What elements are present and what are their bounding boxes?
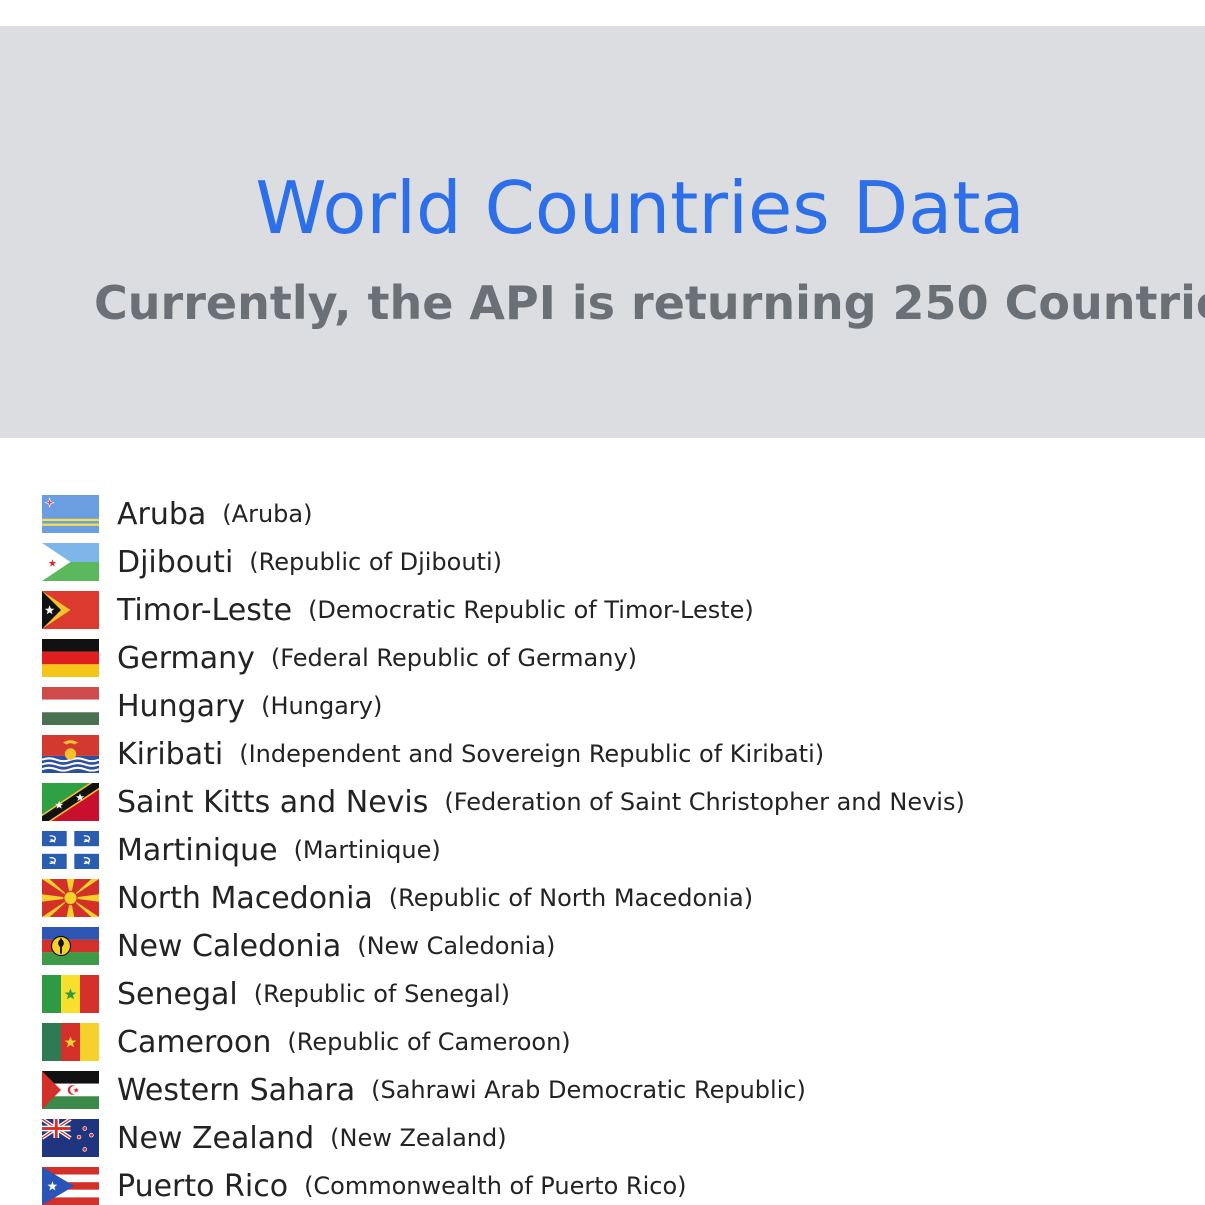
country-name: New Zealand bbox=[117, 1120, 315, 1156]
country-name: Kiribati bbox=[117, 736, 224, 772]
hungary-flag-icon bbox=[42, 687, 99, 725]
official-name: (Republic of Djibouti) bbox=[249, 548, 502, 576]
country-list: Aruba (Aruba) Djibouti (Republic of Djib… bbox=[40, 490, 965, 1205]
list-item: Saint Kitts and Nevis (Federation of Sai… bbox=[40, 778, 965, 826]
list-item: New Caledonia (New Caledonia) bbox=[40, 922, 965, 970]
country-name: Djibouti bbox=[117, 544, 234, 580]
western-sahara-flag-icon bbox=[42, 1071, 99, 1109]
list-item: Germany (Federal Republic of Germany) bbox=[40, 634, 965, 682]
list-item: North Macedonia (Republic of North Maced… bbox=[40, 874, 965, 922]
kiribati-flag-icon bbox=[41, 735, 100, 773]
official-name: (Commonwealth of Puerto Rico) bbox=[304, 1172, 687, 1200]
list-item: Senegal (Republic of Senegal) bbox=[40, 970, 965, 1018]
new-caledonia-flag-icon bbox=[42, 927, 99, 965]
official-name: (Martinique) bbox=[293, 836, 441, 864]
country-name: Germany bbox=[117, 640, 255, 676]
puerto-rico-flag-icon bbox=[42, 1167, 99, 1205]
germany-flag-icon bbox=[42, 639, 99, 677]
list-item: Timor-Leste (Democratic Republic of Timo… bbox=[40, 586, 965, 634]
country-name: Western Sahara bbox=[117, 1072, 356, 1108]
country-name: North Macedonia bbox=[117, 880, 373, 916]
saint-kitts-and-nevis-flag-icon bbox=[42, 783, 99, 821]
official-name: (Federation of Saint Christopher and Nev… bbox=[444, 788, 965, 816]
official-name: (Democratic Republic of Timor-Leste) bbox=[308, 596, 754, 624]
header-banner: World Countries Data Currently, the API … bbox=[0, 26, 1205, 438]
official-name: (Republic of Senegal) bbox=[253, 980, 511, 1008]
country-name: Cameroon bbox=[117, 1024, 272, 1060]
official-name: (Aruba) bbox=[222, 500, 313, 528]
country-name: Senegal bbox=[117, 976, 238, 1012]
official-name: (Republic of Cameroon) bbox=[287, 1028, 571, 1056]
country-name: Puerto Rico bbox=[117, 1168, 289, 1204]
senegal-flag-icon bbox=[42, 975, 99, 1013]
official-name: (Federal Republic of Germany) bbox=[270, 644, 638, 672]
country-name: New Caledonia bbox=[117, 928, 342, 964]
country-name: Saint Kitts and Nevis bbox=[117, 784, 429, 820]
country-name: Timor-Leste bbox=[117, 592, 293, 628]
north-macedonia-flag-icon bbox=[42, 879, 99, 917]
list-item: Cameroon (Republic of Cameroon) bbox=[40, 1018, 965, 1066]
country-name: Aruba bbox=[117, 496, 207, 532]
martinique-flag-icon bbox=[42, 831, 99, 869]
list-item: Western Sahara (Sahrawi Arab Democratic … bbox=[40, 1066, 965, 1114]
list-item: Martinique (Martinique) bbox=[40, 826, 965, 874]
djibouti-flag-icon bbox=[42, 543, 99, 581]
aruba-flag-icon bbox=[42, 495, 99, 533]
list-item: Kiribati (Independent and Sovereign Repu… bbox=[40, 730, 965, 778]
official-name: (New Caledonia) bbox=[357, 932, 556, 960]
page-title: World Countries Data bbox=[255, 166, 1025, 250]
cameroon-flag-icon bbox=[42, 1023, 99, 1061]
list-item: Djibouti (Republic of Djibouti) bbox=[40, 538, 965, 586]
list-item: New Zealand (New Zealand) bbox=[40, 1114, 965, 1162]
official-name: (Independent and Sovereign Republic of K… bbox=[239, 740, 825, 768]
official-name: (Sahrawi Arab Democratic Republic) bbox=[371, 1076, 806, 1104]
list-item: Aruba (Aruba) bbox=[40, 490, 965, 538]
official-name: (Hungary) bbox=[261, 692, 383, 720]
page-subtitle: Currently, the API is returning 250 Coun… bbox=[94, 276, 1205, 330]
country-name: Martinique bbox=[117, 832, 278, 868]
official-name: (Republic of North Macedonia) bbox=[388, 884, 754, 912]
timor-leste-flag-icon bbox=[42, 591, 99, 629]
new-zealand-flag-icon bbox=[40, 1119, 99, 1157]
country-name: Hungary bbox=[117, 688, 246, 724]
list-item: Hungary (Hungary) bbox=[40, 682, 965, 730]
page: World Countries Data Currently, the API … bbox=[0, 0, 1205, 1205]
official-name: (New Zealand) bbox=[330, 1124, 507, 1152]
list-item: Puerto Rico (Commonwealth of Puerto Rico… bbox=[40, 1162, 965, 1205]
